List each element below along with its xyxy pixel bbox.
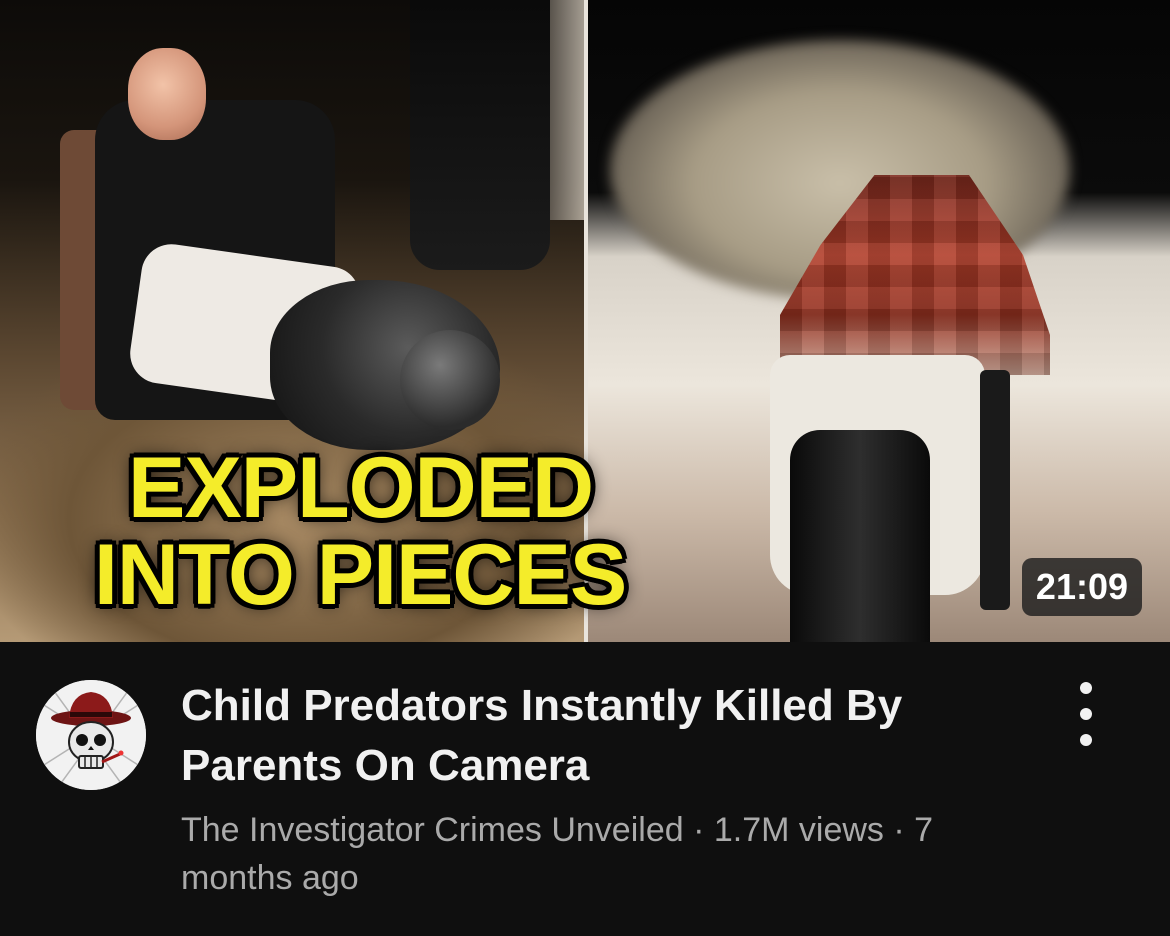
cannon bbox=[790, 430, 930, 642]
channel-avatar[interactable] bbox=[36, 680, 146, 790]
video-meta: The Investigator Crimes Unveiled · 1.7M … bbox=[181, 806, 1021, 902]
standing-person bbox=[410, 0, 550, 270]
bomb-nose bbox=[400, 330, 500, 430]
more-vertical-icon[interactable] bbox=[1066, 682, 1106, 746]
skull-hat-icon bbox=[36, 680, 146, 790]
thumbnail-overlay-line2: INTO PIECES bbox=[94, 527, 627, 623]
duration-badge: 21:09 bbox=[1021, 558, 1142, 616]
view-count: 1.7M views bbox=[713, 811, 884, 849]
thumbnail-overlay-line1: EXPLODED bbox=[128, 440, 594, 536]
man-head bbox=[128, 48, 206, 140]
video-thumbnail[interactable]: EXPLODED INTO PIECES 21:09 bbox=[0, 0, 1170, 642]
channel-name[interactable]: The Investigator Crimes Unveiled bbox=[181, 811, 684, 849]
chair-right bbox=[980, 370, 1010, 610]
video-card[interactable]: EXPLODED INTO PIECES 21:09 Child Predato… bbox=[0, 0, 1170, 936]
video-title[interactable]: Child Predators Instantly Killed By Pare… bbox=[181, 676, 1011, 796]
meta-separator: · bbox=[683, 811, 714, 849]
meta-separator: · bbox=[883, 811, 915, 849]
